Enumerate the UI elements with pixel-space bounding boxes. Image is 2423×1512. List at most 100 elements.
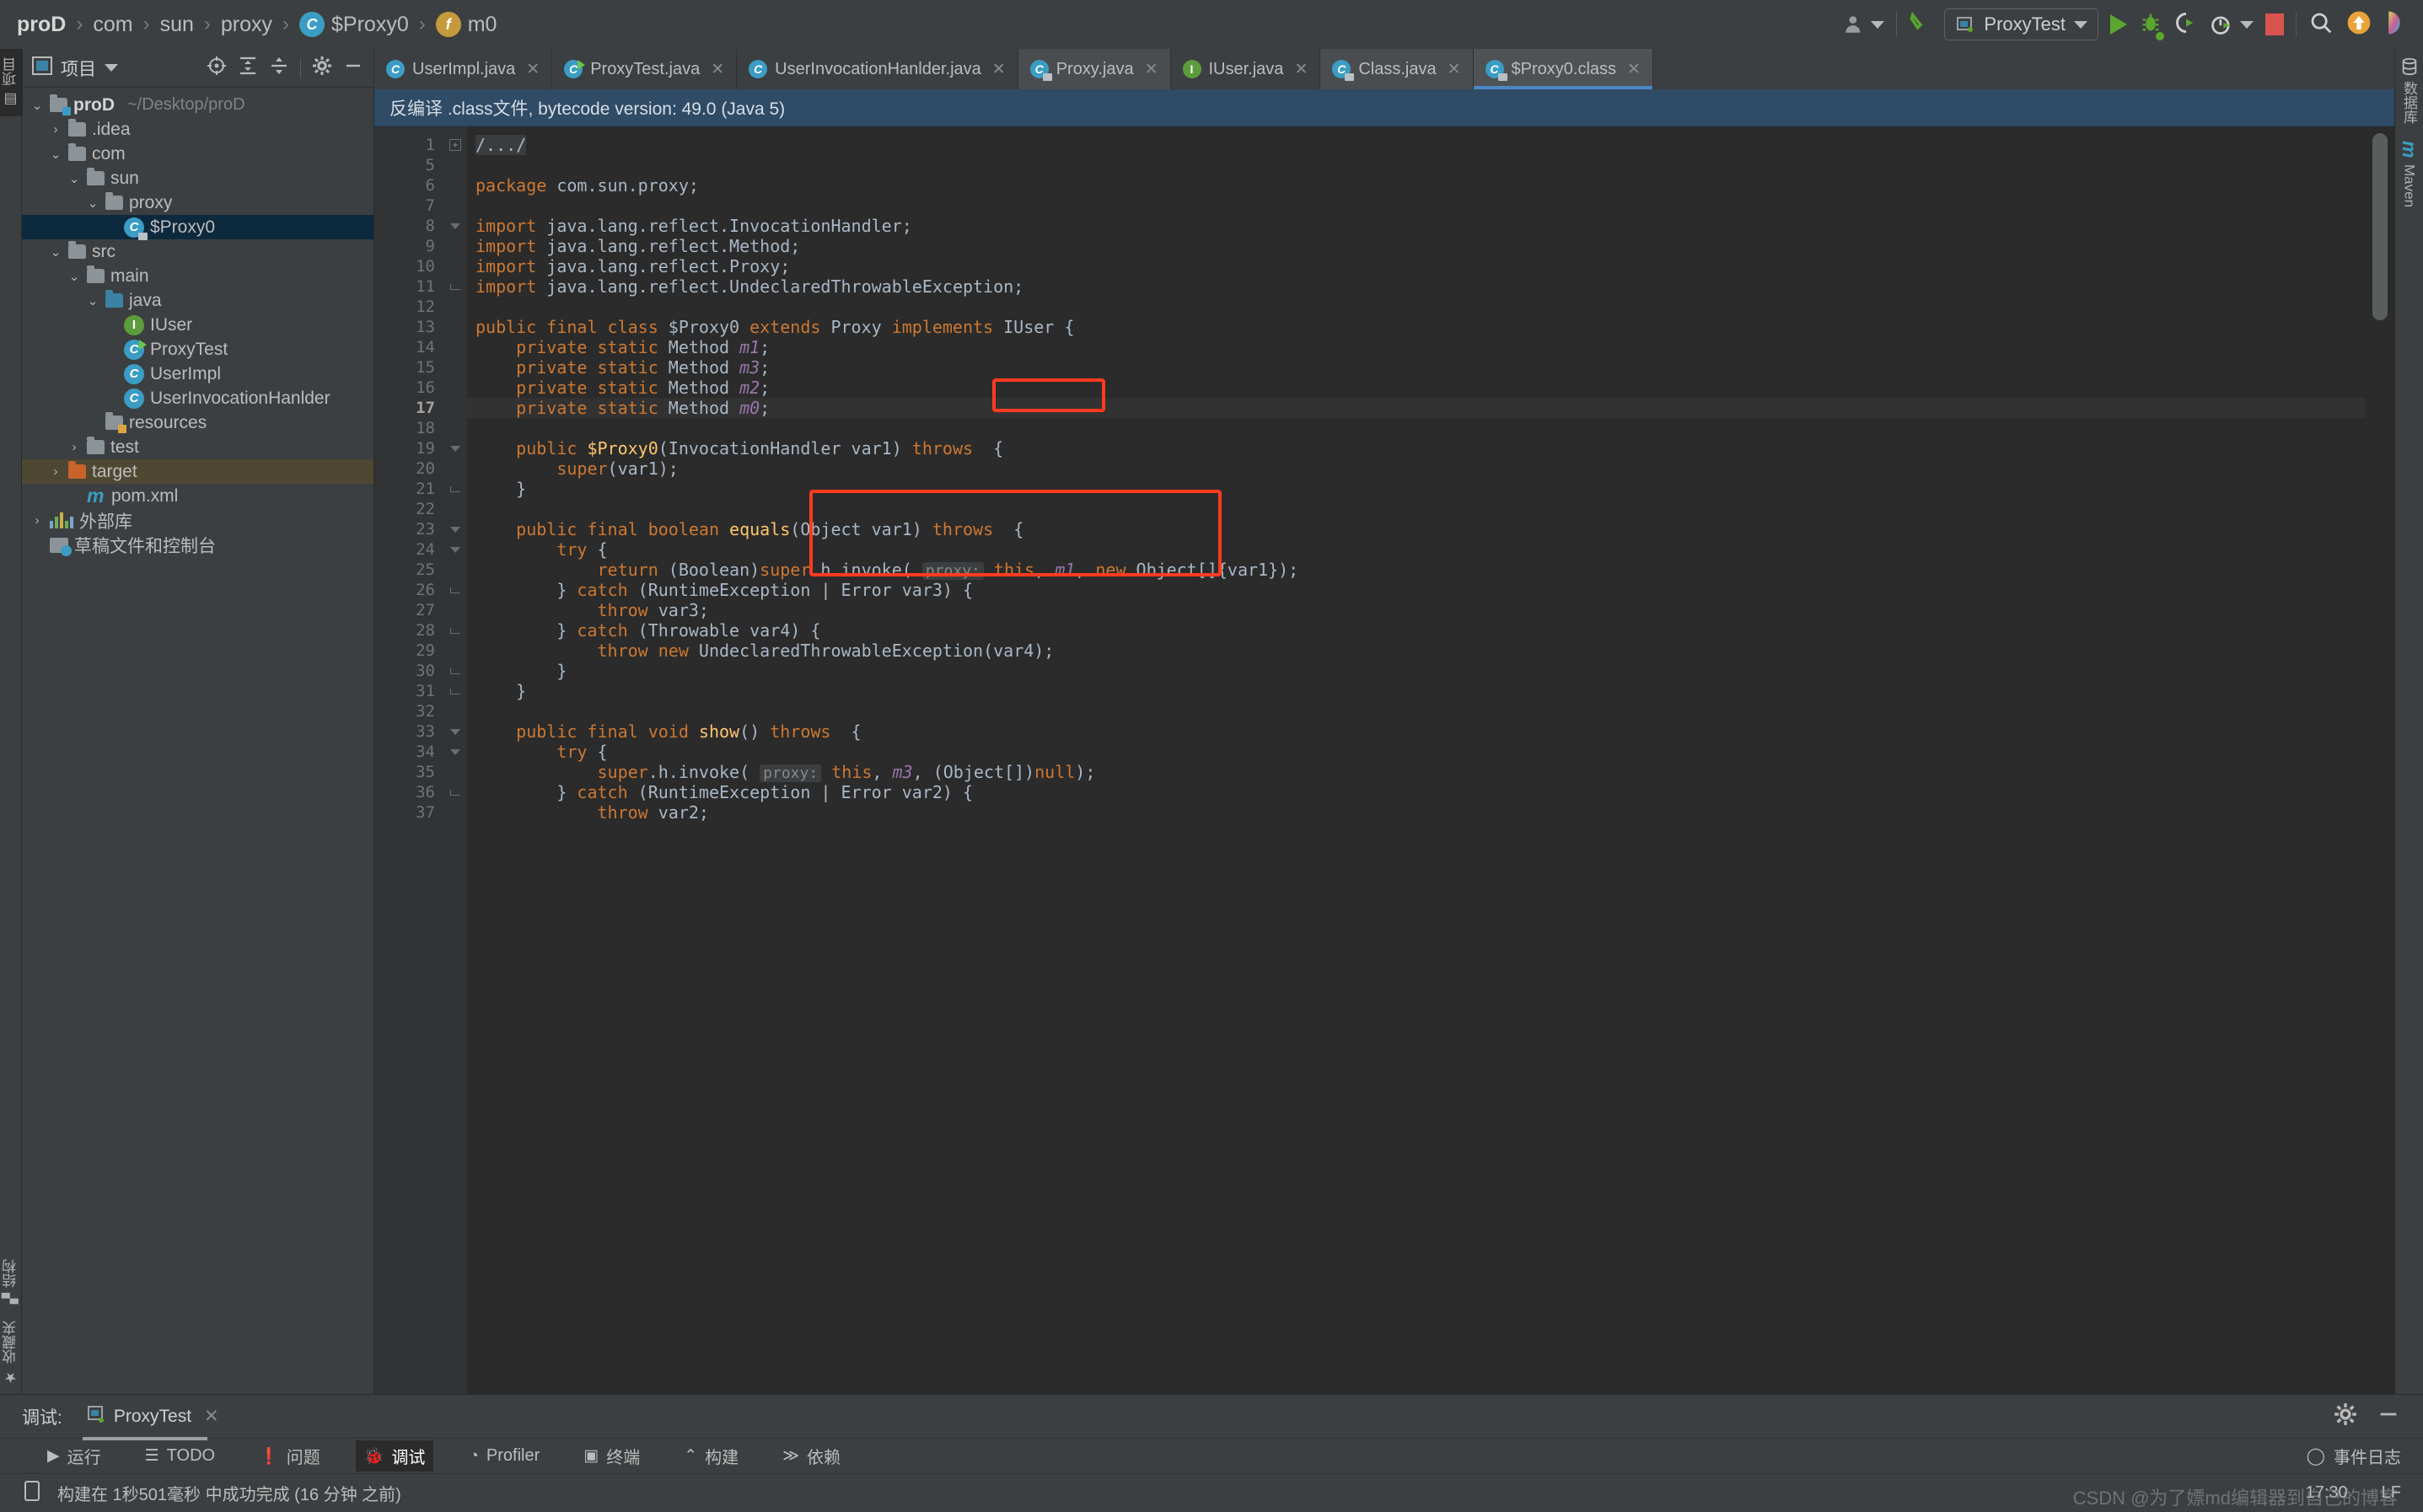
run-icon[interactable] — [2110, 14, 2127, 35]
hide-icon[interactable] — [343, 56, 363, 80]
tool-window-[interactable]: ≫ 依赖 — [774, 1440, 849, 1472]
fold-collapse-icon[interactable] — [450, 526, 460, 533]
fold-marker[interactable] — [443, 661, 467, 681]
editor-scrollbar[interactable] — [2366, 126, 2394, 1394]
fold-marker[interactable] — [443, 438, 467, 458]
chevron-down-icon[interactable]: ⌄ — [86, 293, 99, 308]
sidebar-tab-maven[interactable]: m Maven — [2396, 132, 2422, 216]
code-line[interactable]: } — [467, 681, 2366, 701]
tree-node-proxy[interactable]: ⌄ proxy — [22, 190, 373, 215]
tree-node-userimpl[interactable]: C UserImpl — [22, 362, 373, 386]
chevron-right-icon[interactable]: › — [67, 440, 81, 454]
fold-marker[interactable] — [443, 681, 467, 701]
close-icon[interactable]: ✕ — [711, 60, 724, 79]
locate-icon[interactable] — [207, 56, 227, 80]
tree-node-userinvocationhanlder[interactable]: C UserInvocationHanlder — [22, 386, 373, 410]
fold-expand-icon[interactable]: + — [449, 139, 461, 151]
close-icon[interactable]: ✕ — [1294, 60, 1308, 79]
code-folding-gutter[interactable]: + — [443, 126, 467, 1394]
stop-icon[interactable] — [2265, 13, 2284, 35]
code-line[interactable]: import java.lang.reflect.Method; — [467, 236, 2366, 256]
close-icon[interactable]: ✕ — [1145, 60, 1158, 79]
tree-node-target[interactable]: › target — [22, 459, 373, 484]
code-line[interactable] — [467, 196, 2366, 216]
tree-node-[interactable]: 草稿文件和控制台 — [22, 533, 373, 557]
event-log-button[interactable]: ◯ 事件日志 — [2307, 1444, 2423, 1468]
code-line[interactable]: package com.sun.proxy; — [467, 175, 2366, 196]
code-line[interactable]: } catch (RuntimeException | Error var2) … — [467, 782, 2366, 802]
code-line[interactable]: private static Method m0; — [467, 398, 2366, 418]
code-line[interactable]: import java.lang.reflect.InvocationHandl… — [467, 216, 2366, 236]
sidebar-tab-favorites[interactable]: ★ 收藏夹 — [0, 1312, 23, 1394]
code-content[interactable]: /.../ package com.sun.proxy; import java… — [467, 126, 2366, 1394]
editor-tab-proxy0class[interactable]: C $Proxy0.class ✕ — [1473, 49, 1653, 89]
code-line[interactable]: } — [467, 661, 2366, 681]
breadcrumb-item-proxy0[interactable]: C $Proxy0 — [294, 12, 414, 37]
tree-node-proxy0[interactable]: C $Proxy0 — [22, 215, 373, 240]
sidebar-tab-project[interactable]: ▤ 项目 — [0, 49, 23, 116]
code-line[interactable]: public final void show() throws { — [467, 721, 2366, 742]
code-line[interactable] — [467, 297, 2366, 317]
fold-marker[interactable]: + — [443, 135, 467, 155]
run-configuration-selector[interactable]: ProxyTest — [1944, 8, 2098, 40]
code-line[interactable]: public $Proxy0(InvocationHandler var1) t… — [467, 438, 2366, 458]
expand-all-icon[interactable] — [238, 56, 258, 80]
code-line[interactable]: try { — [467, 742, 2366, 762]
tree-node-java[interactable]: ⌄ java — [22, 288, 373, 313]
tool-window-[interactable]: 🐞 调试 — [355, 1440, 434, 1472]
tree-node-[interactable]: › 外部库 — [22, 508, 373, 533]
fold-marker[interactable] — [443, 620, 467, 641]
fold-end-icon[interactable] — [450, 627, 460, 634]
chevron-right-icon[interactable]: › — [30, 513, 44, 528]
fold-end-icon[interactable] — [450, 485, 460, 492]
code-line[interactable]: private static Method m3; — [467, 357, 2366, 378]
tool-window-[interactable]: ▣ 终端 — [575, 1440, 648, 1472]
editor-tab-userinvocationhanlderjava[interactable]: C UserInvocationHanlder.java ✕ — [737, 49, 1018, 89]
fold-end-icon[interactable] — [450, 688, 460, 694]
code-line[interactable]: super(var1); — [467, 458, 2366, 479]
chevron-down-icon[interactable]: ⌄ — [67, 171, 81, 186]
chevron-down-icon[interactable] — [105, 64, 118, 72]
tool-window-profiler[interactable]: ◔ Profiler — [460, 1443, 548, 1469]
tree-node-iuser[interactable]: I IUser — [22, 313, 373, 337]
tree-node-idea[interactable]: › .idea — [22, 117, 373, 142]
project-tree[interactable]: ⌄ proD ~/Desktop/proD › .idea ⌄ com ⌄ sun ⌄ proxy C… — [22, 88, 373, 1394]
code-line[interactable]: public final class $Proxy0 extends Proxy… — [467, 317, 2366, 337]
fold-marker[interactable] — [443, 539, 467, 560]
run-with-coverage-icon[interactable] — [2174, 11, 2198, 39]
fold-end-icon[interactable] — [450, 283, 460, 290]
tree-node-prod[interactable]: ⌄ proD ~/Desktop/proD — [22, 93, 373, 117]
close-icon[interactable]: ✕ — [1627, 60, 1641, 79]
fold-marker[interactable] — [443, 742, 467, 762]
tree-node-main[interactable]: ⌄ main — [22, 264, 373, 288]
close-icon[interactable]: ✕ — [526, 60, 540, 79]
code-line[interactable]: import java.lang.reflect.Proxy; — [467, 256, 2366, 276]
update-project-icon[interactable] — [2345, 9, 2372, 40]
sidebar-tab-structure[interactable]: ▞ 结构 — [0, 1251, 23, 1312]
editor-tab-proxyjava[interactable]: C Proxy.java ✕ — [1018, 49, 1171, 89]
fold-marker[interactable] — [443, 519, 467, 539]
chevron-down-icon[interactable]: ⌄ — [30, 98, 44, 113]
code-line[interactable]: /.../ — [467, 135, 2366, 155]
close-icon[interactable]: ✕ — [1448, 60, 1461, 79]
code-line[interactable]: try { — [467, 539, 2366, 560]
fold-marker[interactable] — [443, 276, 467, 297]
tree-node-test[interactable]: › test — [22, 435, 373, 459]
code-line[interactable]: private static Method m1; — [467, 337, 2366, 357]
status-line-separator[interactable]: LF — [2382, 1483, 2401, 1503]
editor-tab-userimpljava[interactable]: C UserImpl.java ✕ — [374, 49, 553, 89]
fold-marker[interactable] — [443, 580, 467, 600]
tree-node-resources[interactable]: resources — [22, 410, 373, 435]
build-hammer-icon[interactable] — [1909, 11, 1932, 39]
editor-tab-proxytestjava[interactable]: C ProxyTest.java ✕ — [552, 49, 738, 89]
breadcrumb-item-proxy[interactable]: proxy — [216, 13, 277, 37]
code-line[interactable]: public final boolean equals(Object var1)… — [467, 519, 2366, 539]
tree-node-src[interactable]: ⌄ src — [22, 239, 373, 264]
code-line[interactable] — [467, 701, 2366, 721]
fold-marker[interactable] — [443, 479, 467, 499]
fold-collapse-icon[interactable] — [450, 223, 460, 229]
gear-icon[interactable] — [2334, 1402, 2357, 1430]
fold-end-icon[interactable] — [450, 668, 460, 674]
fold-collapse-icon[interactable] — [450, 546, 460, 553]
breadcrumb-item-m0[interactable]: f m0 — [431, 12, 502, 37]
